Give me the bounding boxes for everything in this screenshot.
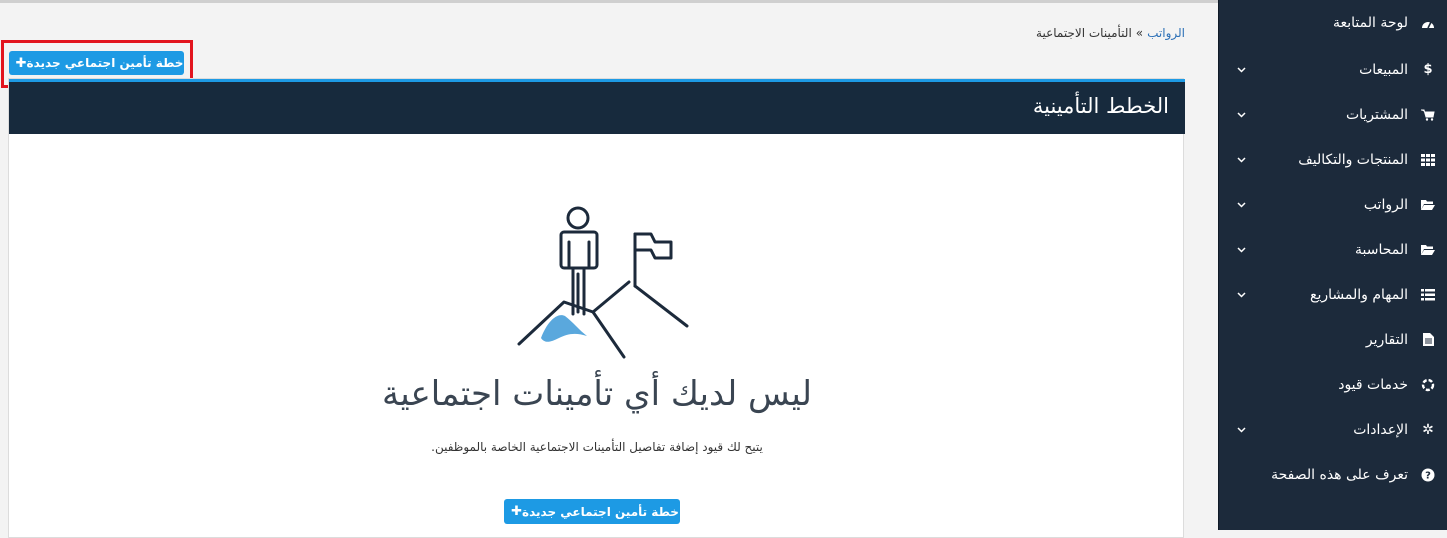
chevron-down-icon xyxy=(1237,200,1246,209)
top-divider xyxy=(0,0,1218,3)
grid-icon xyxy=(1420,152,1436,168)
sidebar-item-label: المشتريات xyxy=(1345,106,1408,123)
puzzle-icon xyxy=(1420,377,1436,393)
add-button-label: خطة تأمين اجتماعي جديدة xyxy=(521,504,679,519)
sidebar: لوحة المتابعة $ المبيعات المشتريات المنت… xyxy=(1218,0,1447,530)
sidebar-item-purchases[interactable]: المشتريات xyxy=(1219,92,1447,137)
sidebar-item-qoyod-services[interactable]: خدمات قيود xyxy=(1219,362,1447,407)
sidebar-item-products[interactable]: المنتجات والتكاليف xyxy=(1219,137,1447,182)
sidebar-item-label: لوحة المتابعة xyxy=(1332,14,1408,31)
help-icon: ? xyxy=(1420,467,1436,483)
chevron-down-icon xyxy=(1237,65,1246,74)
insurance-plans-card: الخطط التأمينية ليس لديك أي تأمينات اجتم… xyxy=(8,78,1185,538)
sidebar-item-reports[interactable]: التقارير xyxy=(1219,317,1447,362)
dashboard-icon xyxy=(1420,15,1436,31)
breadcrumb-separator: » xyxy=(1135,26,1144,40)
folder-icon xyxy=(1420,242,1436,258)
svg-text:?: ? xyxy=(1425,470,1431,481)
empty-state-title: ليس لديك أي تأمينات اجتماعية xyxy=(381,374,812,414)
sidebar-item-tasks[interactable]: المهام والمشاريع xyxy=(1219,272,1447,317)
dollar-icon: $ xyxy=(1423,62,1433,77)
chevron-down-icon xyxy=(1237,290,1246,299)
plus-icon: ✚ xyxy=(511,504,522,519)
sidebar-item-label: التقارير xyxy=(1365,331,1408,348)
breadcrumb-link-payroll[interactable]: الرواتب xyxy=(1147,26,1185,40)
add-button-label: خطة تأمين اجتماعي جديدة xyxy=(26,56,184,70)
sidebar-item-label: المهام والمشاريع xyxy=(1310,286,1408,303)
card-title: الخطط التأمينية xyxy=(1032,94,1169,118)
empty-state-description: يتيح لك قيود إضافة تفاصيل التأمينات الاج… xyxy=(431,440,763,454)
folder-icon xyxy=(1420,197,1436,213)
breadcrumb-current: التأمينات الاجتماعية xyxy=(1036,26,1132,40)
chevron-down-icon xyxy=(1237,245,1246,254)
sidebar-item-dashboard[interactable]: لوحة المتابعة xyxy=(1219,0,1447,45)
sidebar-item-page-help[interactable]: ? تعرف على هذه الصفحة xyxy=(1219,452,1447,497)
mountain-flag-illustration xyxy=(517,206,689,359)
sidebar-item-settings[interactable]: ✲ الإعدادات xyxy=(1219,407,1447,452)
chevron-down-icon xyxy=(1237,425,1246,434)
card-header: الخطط التأمينية xyxy=(9,79,1185,134)
gear-icon: ✲ xyxy=(1422,421,1434,438)
sidebar-item-label: خدمات قيود xyxy=(1338,376,1408,393)
sidebar-item-payroll[interactable]: الرواتب xyxy=(1219,182,1447,227)
sidebar-item-label: المنتجات والتكاليف xyxy=(1298,151,1408,168)
empty-state-add-button[interactable]: خطة تأمين اجتماعي جديدة ✚ xyxy=(504,499,680,524)
add-insurance-plan-button[interactable]: خطة تأمين اجتماعي جديدة ✚ xyxy=(9,51,184,75)
sidebar-item-sales[interactable]: $ المبيعات xyxy=(1219,47,1447,92)
file-icon xyxy=(1420,332,1436,348)
cart-icon xyxy=(1420,107,1436,123)
chevron-down-icon xyxy=(1237,110,1246,119)
plus-icon: ✚ xyxy=(15,55,27,71)
sidebar-item-label: الإعدادات xyxy=(1353,421,1408,438)
sidebar-item-label: الرواتب xyxy=(1363,196,1408,213)
breadcrumb: الرواتب»التأمينات الاجتماعية xyxy=(1036,26,1185,40)
sidebar-item-label: المبيعات xyxy=(1359,61,1408,78)
sidebar-item-label: تعرف على هذه الصفحة xyxy=(1271,466,1408,483)
sidebar-item-accounting[interactable]: المحاسبة xyxy=(1219,227,1447,272)
chevron-down-icon xyxy=(1237,155,1246,164)
list-icon xyxy=(1420,287,1436,303)
sidebar-item-label: المحاسبة xyxy=(1354,241,1408,258)
